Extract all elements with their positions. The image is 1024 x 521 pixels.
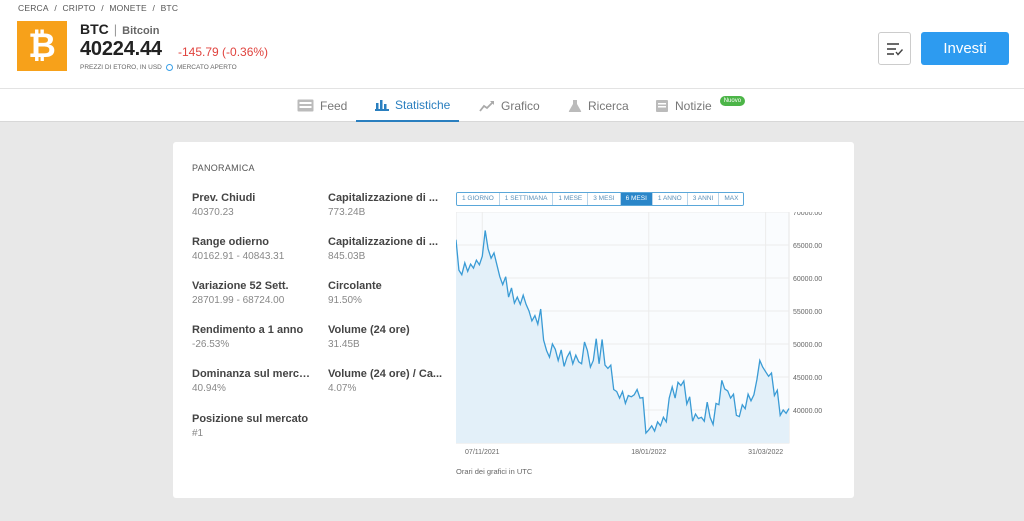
stat-label: Capitalizzazione di ... bbox=[328, 236, 439, 248]
stat-value: 40162.91 - 40843.31 bbox=[192, 251, 285, 262]
flask-icon bbox=[568, 99, 582, 112]
stat-label: Dominanza sul mercato bbox=[192, 368, 312, 380]
tab-label: Ricerca bbox=[588, 98, 629, 113]
breadcrumb-coins[interactable]: MONETE bbox=[109, 3, 147, 13]
y-tick-label: 40000.00 bbox=[793, 408, 822, 415]
stat-label: Prev. Chiudi bbox=[192, 192, 256, 204]
stat-prev-close: Prev. Chiudi 40370.23 bbox=[192, 192, 312, 218]
panel-title: PANORAMICA bbox=[192, 163, 255, 173]
tab-feed[interactable]: Feed bbox=[297, 89, 347, 122]
stat-label: Variazione 52 Sett. bbox=[192, 280, 289, 292]
market-status: MERCATO APERTO bbox=[176, 64, 237, 71]
stat-label: Volume (24 ore) bbox=[328, 324, 410, 336]
x-tick-label: 18/01/2022 bbox=[631, 449, 666, 456]
stat-value: 91.50% bbox=[328, 295, 362, 306]
range-1-year[interactable]: 1 ANNO bbox=[652, 193, 688, 205]
tab-label: Statistiche bbox=[395, 97, 451, 112]
stat-value: 31.45B bbox=[328, 339, 360, 350]
breadcrumb: CERCA / CRIPTO / MONETE / BTC bbox=[18, 3, 181, 13]
stat-value: 28701.99 - 68724.00 bbox=[192, 295, 285, 306]
stat-label: Circolante bbox=[328, 280, 382, 292]
y-tick-label: 50000.00 bbox=[793, 342, 822, 349]
tab-news[interactable]: Notizie Nuovo bbox=[655, 89, 746, 122]
asset-price: 40224.44 bbox=[80, 38, 162, 60]
breadcrumb-separator: / bbox=[54, 3, 57, 13]
y-tick-label: 70000.00 bbox=[793, 212, 822, 217]
stat-label: Posizione sul mercato bbox=[192, 413, 309, 425]
clock-icon bbox=[165, 64, 173, 71]
range-max[interactable]: MAX bbox=[719, 193, 744, 205]
price-source-info: PREZZI DI ETORO, IN USD MERCATO APERTO bbox=[80, 64, 237, 71]
stat-52-week-range: Variazione 52 Sett. 28701.99 - 68724.00 bbox=[192, 280, 312, 306]
range-1-week[interactable]: 1 SETTIMANA bbox=[499, 193, 554, 205]
logo-symbol: ₿ bbox=[28, 26, 56, 66]
stat-label: Capitalizzazione di ... bbox=[328, 192, 439, 204]
feed-icon bbox=[297, 99, 314, 112]
prices-note: PREZZI DI ETORO, IN USD bbox=[80, 64, 162, 71]
title-separator: | bbox=[113, 22, 118, 37]
breadcrumb-btc: BTC bbox=[160, 3, 179, 13]
asset-tabs: Feed Statistiche Grafico Ricerca Notizie… bbox=[0, 88, 1024, 122]
asset-name: Bitcoin bbox=[122, 25, 160, 37]
price-change: -145.79 (-0.36%) bbox=[178, 45, 269, 59]
news-icon bbox=[656, 99, 668, 112]
range-3-months[interactable]: 3 MESI bbox=[588, 193, 621, 205]
x-tick-label: 07/11/2021 bbox=[465, 449, 500, 456]
stat-1-year-return: Rendimento a 1 anno -26.53% bbox=[192, 324, 312, 350]
y-tick-label: 55000.00 bbox=[793, 309, 822, 316]
stat-value: 773.24B bbox=[328, 207, 366, 218]
stat-label: Rendimento a 1 anno bbox=[192, 324, 304, 336]
stat-volume-to-cap: Volume (24 ore) / Ca... 4.07% bbox=[328, 368, 448, 394]
asset-ticker: BTC bbox=[80, 21, 109, 37]
stat-value: 4.07% bbox=[328, 383, 357, 394]
stat-diluted-market-cap: Capitalizzazione di ... 845.03B bbox=[328, 236, 448, 262]
range-6-months[interactable]: 6 MESI bbox=[620, 193, 653, 205]
x-tick-label: 31/03/2022 bbox=[748, 449, 783, 456]
breadcrumb-separator: / bbox=[101, 3, 104, 13]
breadcrumb-separator: / bbox=[152, 3, 155, 13]
stat-volume-24h: Volume (24 ore) 31.45B bbox=[328, 324, 448, 350]
tab-label: Feed bbox=[320, 98, 348, 113]
stat-label: Range odierno bbox=[192, 236, 270, 248]
time-range-selector: 1 GIORNO 1 SETTIMANA 1 MESE 3 MESI 6 MES… bbox=[456, 192, 745, 206]
stat-value: 40.94% bbox=[192, 383, 226, 394]
bitcoin-logo-icon: ₿ bbox=[17, 21, 67, 71]
tab-research[interactable]: Ricerca bbox=[568, 89, 629, 122]
line-chart-icon bbox=[479, 100, 494, 112]
tab-label: Notizie bbox=[675, 98, 712, 113]
stat-value: #1 bbox=[192, 428, 204, 439]
invest-button[interactable]: Investi bbox=[921, 32, 1009, 65]
stat-market-rank: Posizione sul mercato #1 bbox=[192, 413, 312, 439]
range-1-month[interactable]: 1 MESE bbox=[553, 193, 589, 205]
overview-panel: PANORAMICA Prev. Chiudi 40370.23 Range o… bbox=[173, 142, 854, 498]
range-3-years[interactable]: 3 ANNI bbox=[687, 193, 720, 205]
stat-market-dominance: Dominanza sul mercato 40.94% bbox=[192, 368, 312, 394]
stat-market-cap: Capitalizzazione di ... 773.24B bbox=[328, 192, 448, 218]
stat-circulating: Circolante 91.50% bbox=[328, 280, 448, 306]
y-tick-label: 45000.00 bbox=[793, 375, 822, 382]
price-chart[interactable]: 70000.00 65000.00 60000.00 55000.00 50000.00… bbox=[456, 212, 841, 462]
tab-label: Grafico bbox=[501, 98, 540, 113]
tab-statistics[interactable]: Statistiche bbox=[356, 89, 459, 122]
stat-label: Volume (24 ore) / Ca... bbox=[328, 368, 443, 380]
asset-header: CERCA / CRIPTO / MONETE / BTC ₿ BTC | Bi… bbox=[0, 0, 1024, 88]
bar-chart-icon bbox=[375, 99, 389, 111]
watchlist-icon bbox=[886, 42, 903, 56]
stat-value: -26.53% bbox=[192, 339, 230, 350]
breadcrumb-crypto[interactable]: CRIPTO bbox=[62, 3, 95, 13]
watchlist-button[interactable] bbox=[878, 32, 911, 65]
new-badge: Nuovo bbox=[719, 95, 746, 106]
asset-title: BTC | Bitcoin bbox=[80, 21, 159, 37]
timezone-note: Orari dei grafici in UTC bbox=[456, 467, 533, 476]
stat-value: 40370.23 bbox=[192, 207, 234, 218]
stat-day-range: Range odierno 40162.91 - 40843.31 bbox=[192, 236, 312, 262]
range-1-day[interactable]: 1 GIORNO bbox=[457, 193, 500, 205]
breadcrumb-search[interactable]: CERCA bbox=[18, 3, 49, 13]
y-tick-label: 60000.00 bbox=[793, 276, 822, 283]
y-tick-label: 65000.00 bbox=[793, 243, 822, 250]
tab-chart[interactable]: Grafico bbox=[479, 89, 540, 122]
stat-value: 845.03B bbox=[328, 251, 366, 262]
